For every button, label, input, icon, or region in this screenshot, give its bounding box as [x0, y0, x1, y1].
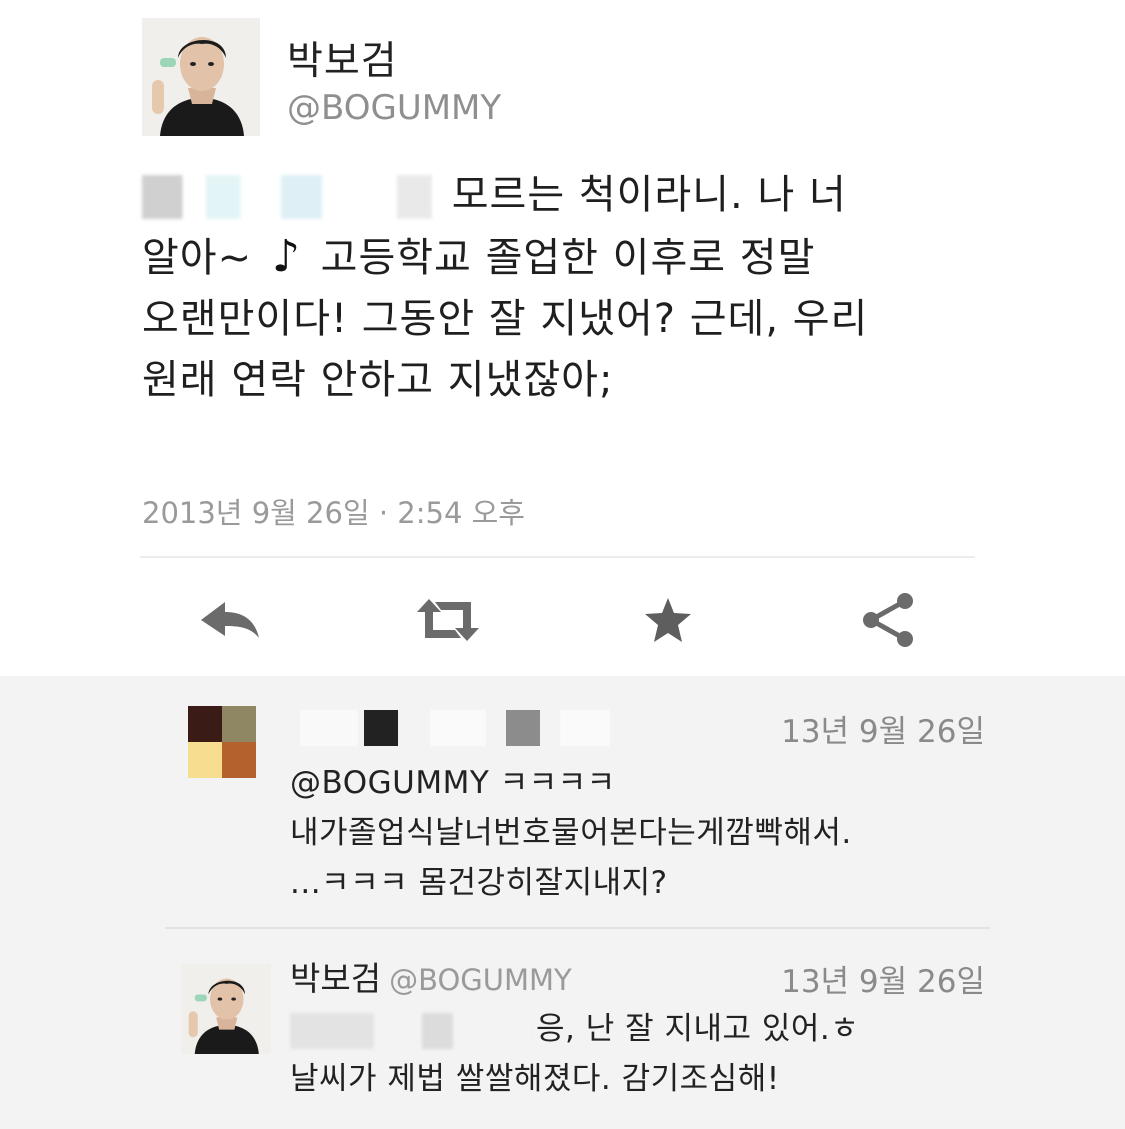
- blur-block: [430, 710, 486, 746]
- reply-list: 13년 9월 26일 @BOGUMMY ㅋㅋㅋㅋ 내가졸업식날너번호물어본다는게…: [0, 676, 1125, 1129]
- reply-button[interactable]: [190, 580, 270, 660]
- profile-avatar[interactable]: [181, 964, 271, 1054]
- blur-block: [560, 710, 610, 746]
- retweet-icon: [417, 599, 479, 641]
- mosaic-cell: [222, 706, 256, 742]
- blur-block: [364, 710, 398, 746]
- share-icon: [863, 593, 913, 647]
- reply-text: 응, 난 잘 지내고 있어.ㅎ 날씨가 제법 쌀쌀해졌다. 감기조심해!: [290, 1004, 859, 1104]
- reply-line: 내가졸업식날너번호물어본다는게깜빡해서.: [290, 815, 852, 851]
- display-name[interactable]: 박보검: [287, 30, 398, 86]
- reply-text: @BOGUMMY ㅋㅋㅋㅋ 내가졸업식날너번호물어본다는게깜빡해서. ...ㅋㅋ…: [290, 758, 852, 908]
- blurred-username: [290, 710, 650, 750]
- reply-time: 13년 9월 26일: [781, 964, 985, 1000]
- tweet-actions: [0, 580, 1125, 660]
- tweet-line-4: 원래 연락 안하고 지냈잖아;: [142, 357, 614, 403]
- mosaic-cell: [188, 706, 222, 742]
- main-tweet: 박보검 @BOGUMMY 모르는 척이라니. 나 너 알아~ ♪ 고등학교 졸업…: [0, 0, 1125, 680]
- star-icon: [645, 598, 691, 642]
- tweet-timestamp: 2013년 9월 26일 · 2:54 오후: [142, 496, 525, 530]
- mosaic-cell: [222, 742, 256, 778]
- reply-author-handle: @BOGUMMY: [389, 963, 572, 997]
- tweet-line-2b: 고등학교 졸업한 이후로 정말: [320, 235, 816, 281]
- person-avatar-icon: [181, 964, 271, 1054]
- tweet-text: 모르는 척이라니. 나 너 알아~ ♪ 고등학교 졸업한 이후로 정말 오랜만이…: [142, 165, 1002, 411]
- reply-author[interactable]: 박보검 @BOGUMMY: [290, 952, 572, 1000]
- reply-author-name: 박보검: [290, 959, 382, 998]
- blurred-mention: [142, 175, 432, 219]
- retweet-button[interactable]: [408, 580, 488, 660]
- profile-avatar[interactable]: [142, 18, 260, 136]
- favorite-button[interactable]: [628, 580, 708, 660]
- tweet-line-3: 오랜만이다! 그동안 잘 지냈어? 근데, 우리: [142, 296, 869, 342]
- reply-line: ...ㅋㅋㅋ 몸건강히잘지내지?: [290, 865, 668, 901]
- user-handle[interactable]: @BOGUMMY: [287, 88, 501, 128]
- tweet-line-1: 모르는 척이라니. 나 너: [451, 172, 847, 218]
- reply-item[interactable]: 13년 9월 26일 @BOGUMMY ㅋㅋㅋㅋ 내가졸업식날너번호물어본다는게…: [165, 676, 985, 926]
- tweet-line-2a: 알아~: [142, 235, 253, 281]
- share-button[interactable]: [848, 580, 928, 660]
- divider: [165, 927, 990, 929]
- blur-block: [506, 710, 540, 746]
- music-note-icon: ♪: [271, 231, 301, 282]
- person-avatar-icon: [142, 18, 260, 136]
- reply-time: 13년 9월 26일: [781, 714, 985, 750]
- reply-line: 날씨가 제법 쌀쌀해졌다. 감기조심해!: [290, 1061, 780, 1097]
- blur-block: [300, 710, 358, 746]
- reply-arrow-icon: [201, 602, 259, 638]
- reply-line: @BOGUMMY ㅋㅋㅋㅋ: [290, 765, 616, 801]
- mosaic-cell: [188, 742, 222, 778]
- pixelated-avatar[interactable]: [188, 706, 256, 778]
- reply-line: 응, 난 잘 지내고 있어.ㅎ: [536, 1011, 860, 1047]
- reply-item[interactable]: 박보검 @BOGUMMY 13년 9월 26일 응, 난 잘 지내고 있어.ㅎ 날…: [165, 932, 985, 1129]
- blurred-mention: [290, 1012, 530, 1049]
- divider: [140, 556, 975, 558]
